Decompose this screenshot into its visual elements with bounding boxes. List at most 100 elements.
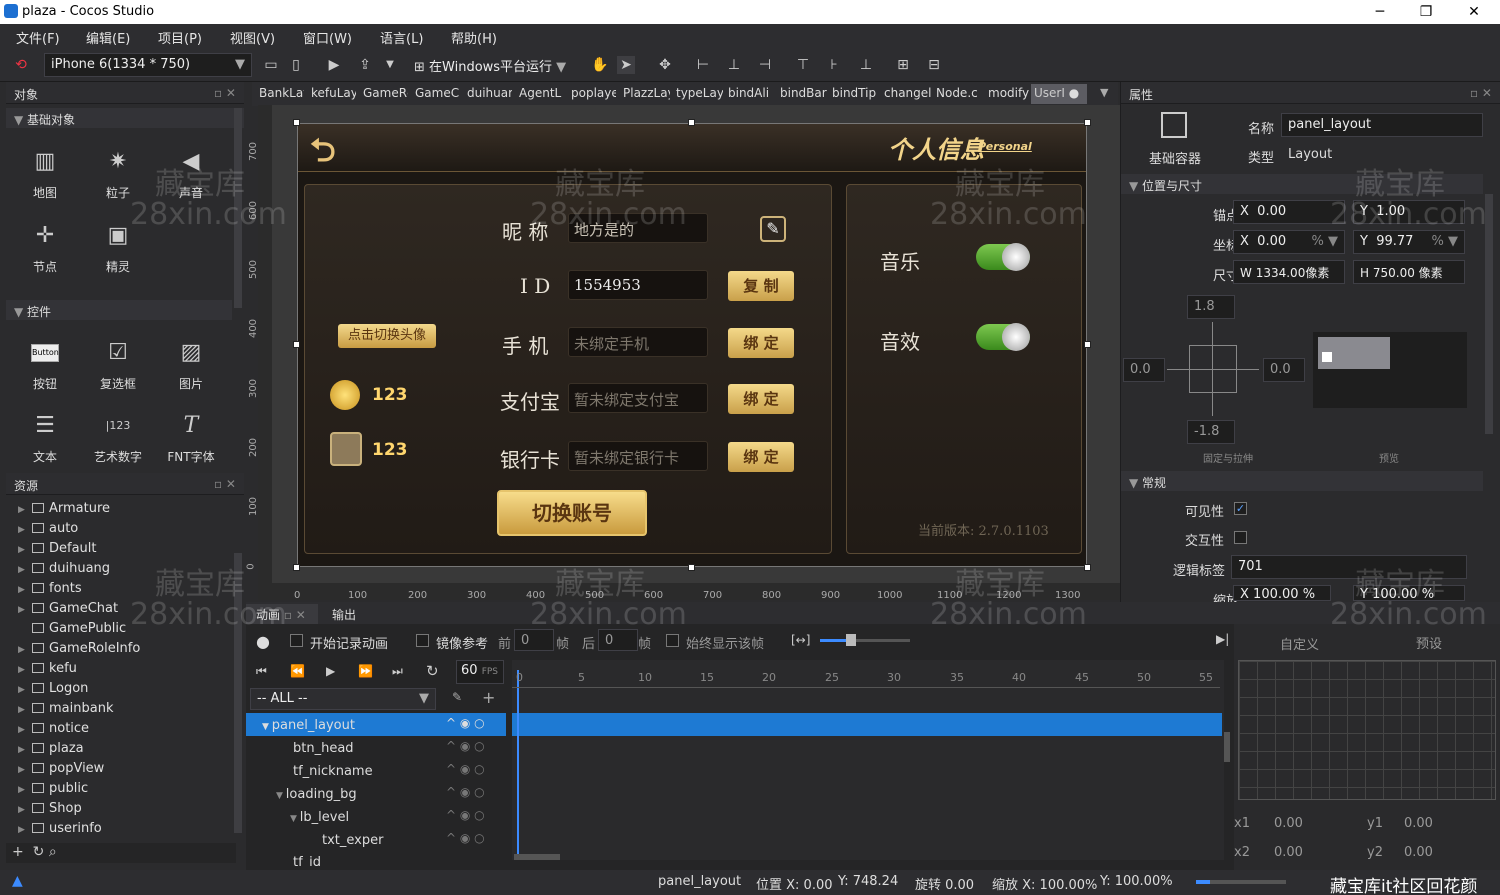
folder-notice[interactable]: ▶ notice: [18, 721, 228, 741]
row-controls-icon[interactable]: ^ ◉ ○: [446, 785, 485, 799]
first-frame-icon[interactable]: ⏮: [256, 664, 267, 679]
warning-icon[interactable]: ▲: [12, 873, 23, 889]
row-controls-icon[interactable]: ^ ◉ ○: [446, 762, 485, 776]
bind-bank-button[interactable]: 绑 定: [728, 442, 794, 472]
timeline-scrollbar[interactable]: [514, 854, 560, 860]
before-input[interactable]: 0: [514, 629, 554, 651]
folder-public[interactable]: ▶ public: [18, 781, 228, 801]
x2-value[interactable]: 0.00: [1274, 845, 1303, 860]
pos-size-section[interactable]: ▼ 位置与尺寸: [1121, 174, 1483, 194]
folder-gamepublic[interactable]: GamePublic: [18, 621, 228, 641]
folder-popview[interactable]: ▶ popView: [18, 761, 228, 781]
bind-alipay-button[interactable]: 绑 定: [728, 384, 794, 414]
next-frame-icon[interactable]: ⏩: [358, 664, 373, 678]
selection-handle[interactable]: [688, 564, 695, 571]
folder-duihuang[interactable]: ▶ duihuang: [18, 561, 228, 581]
node-row-tf-id[interactable]: tf_id: [293, 852, 321, 868]
row-controls-icon[interactable]: ^ ◉ ○: [446, 808, 485, 822]
filter-select[interactable]: -- ALL -- ▼: [250, 688, 436, 710]
selection-handle[interactable]: [293, 564, 300, 571]
tab-changel[interactable]: changel: [881, 84, 931, 104]
margin-top-input[interactable]: 1.8: [1187, 295, 1235, 319]
tab-banklay[interactable]: BankLay: [256, 84, 304, 104]
folder-mainbank[interactable]: ▶ mainbank: [18, 701, 228, 721]
portrait-icon[interactable]: ▯: [287, 56, 305, 74]
size-w-input[interactable]: W 1334.00像素: [1233, 260, 1345, 284]
back-arrow-icon[interactable]: ⮌: [310, 128, 368, 169]
x1-value[interactable]: 0.00: [1274, 816, 1303, 831]
timeline-vscrollbar[interactable]: [1224, 732, 1230, 762]
position-x-input[interactable]: X 0.00% ▼: [1233, 230, 1345, 254]
tool-atlas-label[interactable]: |123 艺术数字: [93, 412, 143, 465]
align-right-icon[interactable]: ⊣: [756, 56, 774, 74]
folder-default[interactable]: ▶ Default: [18, 541, 228, 561]
tool-particle[interactable]: ✷ 粒子: [93, 148, 143, 201]
distribute-h-icon[interactable]: ⊞: [894, 56, 912, 74]
tab-gamerc[interactable]: GameRc: [360, 84, 408, 104]
publish-dropdown-icon[interactable]: ▼: [381, 56, 399, 74]
tool-button[interactable]: Button 按钮: [20, 339, 70, 392]
menu-window[interactable]: 窗口(W): [303, 28, 352, 47]
minimize-button[interactable]: ─: [1360, 2, 1400, 22]
tab-bindtip[interactable]: bindTip: [829, 84, 879, 104]
hand-tool-icon[interactable]: ✋: [591, 56, 609, 74]
folder-fonts[interactable]: ▶ fonts: [18, 581, 228, 601]
tab-typelay[interactable]: typeLay: [673, 84, 723, 104]
maximize-button[interactable]: ❐: [1406, 2, 1446, 22]
panel-close-icon[interactable]: ▫ ✕: [1470, 86, 1492, 100]
tab-duihuar[interactable]: duihuar: [464, 84, 512, 104]
selection-handle[interactable]: [293, 119, 300, 126]
landscape-icon[interactable]: ▭: [262, 56, 280, 74]
menu-edit[interactable]: 编辑(E): [86, 28, 130, 47]
bind-phone-button[interactable]: 绑 定: [728, 328, 794, 358]
general-section[interactable]: ▼ 常规: [1121, 471, 1483, 491]
tab-plazzlay[interactable]: PlazzLay: [620, 84, 670, 104]
tab-bindbar[interactable]: bindBar: [777, 84, 827, 104]
mirror-checkbox[interactable]: [416, 634, 429, 647]
publish-icon[interactable]: ⇪: [356, 56, 374, 74]
node-row-tf-nickname[interactable]: tf_nickname: [293, 761, 373, 784]
selection-handle[interactable]: [688, 119, 695, 126]
tool-checkbox[interactable]: ☑ 复选框: [93, 339, 143, 392]
menu-project[interactable]: 项目(P): [158, 28, 202, 47]
select-tool-icon[interactable]: ➤: [617, 56, 635, 74]
zoom-slider-thumb[interactable]: [846, 634, 856, 646]
visible-checkbox[interactable]: ✓: [1234, 502, 1247, 515]
selection-handle[interactable]: [293, 341, 300, 348]
panel-layout-preview[interactable]: ⮌ 个人信息 Personal 昵 称 地方是的 ✎ I D 1554953 复…: [297, 123, 1087, 567]
align-top-icon[interactable]: ⊤: [794, 56, 812, 74]
panel-close-icon[interactable]: ▫ ✕: [214, 86, 236, 100]
tab-modify[interactable]: modify: [985, 84, 1029, 104]
record-icon[interactable]: ●: [256, 632, 270, 651]
search-icon[interactable]: ⌕: [49, 844, 57, 860]
folder-shop[interactable]: ▶ Shop: [18, 801, 228, 821]
edit-icon[interactable]: ✎: [760, 216, 786, 242]
tool-sprite[interactable]: ▣ 精灵: [93, 222, 143, 275]
controls-section[interactable]: ▼ 控件: [6, 300, 232, 320]
node-row-txt-exper[interactable]: txt_exper: [322, 830, 383, 853]
align-middle-icon[interactable]: ⊦: [825, 56, 843, 74]
fit-icon[interactable]: [↔]: [791, 633, 810, 647]
interactive-checkbox[interactable]: [1234, 531, 1247, 544]
play-preview-icon[interactable]: ▶|: [1216, 632, 1229, 646]
fps-input[interactable]: 60 FPS: [456, 660, 504, 684]
folder-kefu[interactable]: ▶ kefu: [18, 661, 228, 681]
preset-tab[interactable]: 预设: [1416, 633, 1442, 652]
last-frame-icon[interactable]: ⏭: [392, 664, 403, 679]
tool-node[interactable]: ✛ 节点: [20, 222, 70, 275]
switch-account-button[interactable]: 切换账号: [497, 490, 647, 536]
scale-x-input[interactable]: X 100.00 %: [1233, 585, 1331, 601]
prev-frame-icon[interactable]: ⏪: [290, 664, 305, 678]
margin-bottom-input[interactable]: -1.8: [1187, 420, 1235, 444]
refresh-icon[interactable]: ⟲: [12, 56, 30, 74]
after-input[interactable]: 0: [598, 629, 638, 651]
add-icon[interactable]: +: [12, 844, 24, 860]
folder-gameroleinfo[interactable]: ▶ GameRoleInfo: [18, 641, 228, 661]
timeline[interactable]: [512, 660, 1224, 860]
refresh-icon[interactable]: ↻: [33, 844, 45, 860]
tab-useri-active[interactable]: UserI ●: [1031, 84, 1087, 104]
name-input[interactable]: panel_layout: [1281, 113, 1483, 137]
tab-poplaye[interactable]: poplaye: [568, 84, 616, 104]
curve-grid[interactable]: [1238, 660, 1496, 800]
resources-scrollbar[interactable]: [234, 553, 242, 833]
